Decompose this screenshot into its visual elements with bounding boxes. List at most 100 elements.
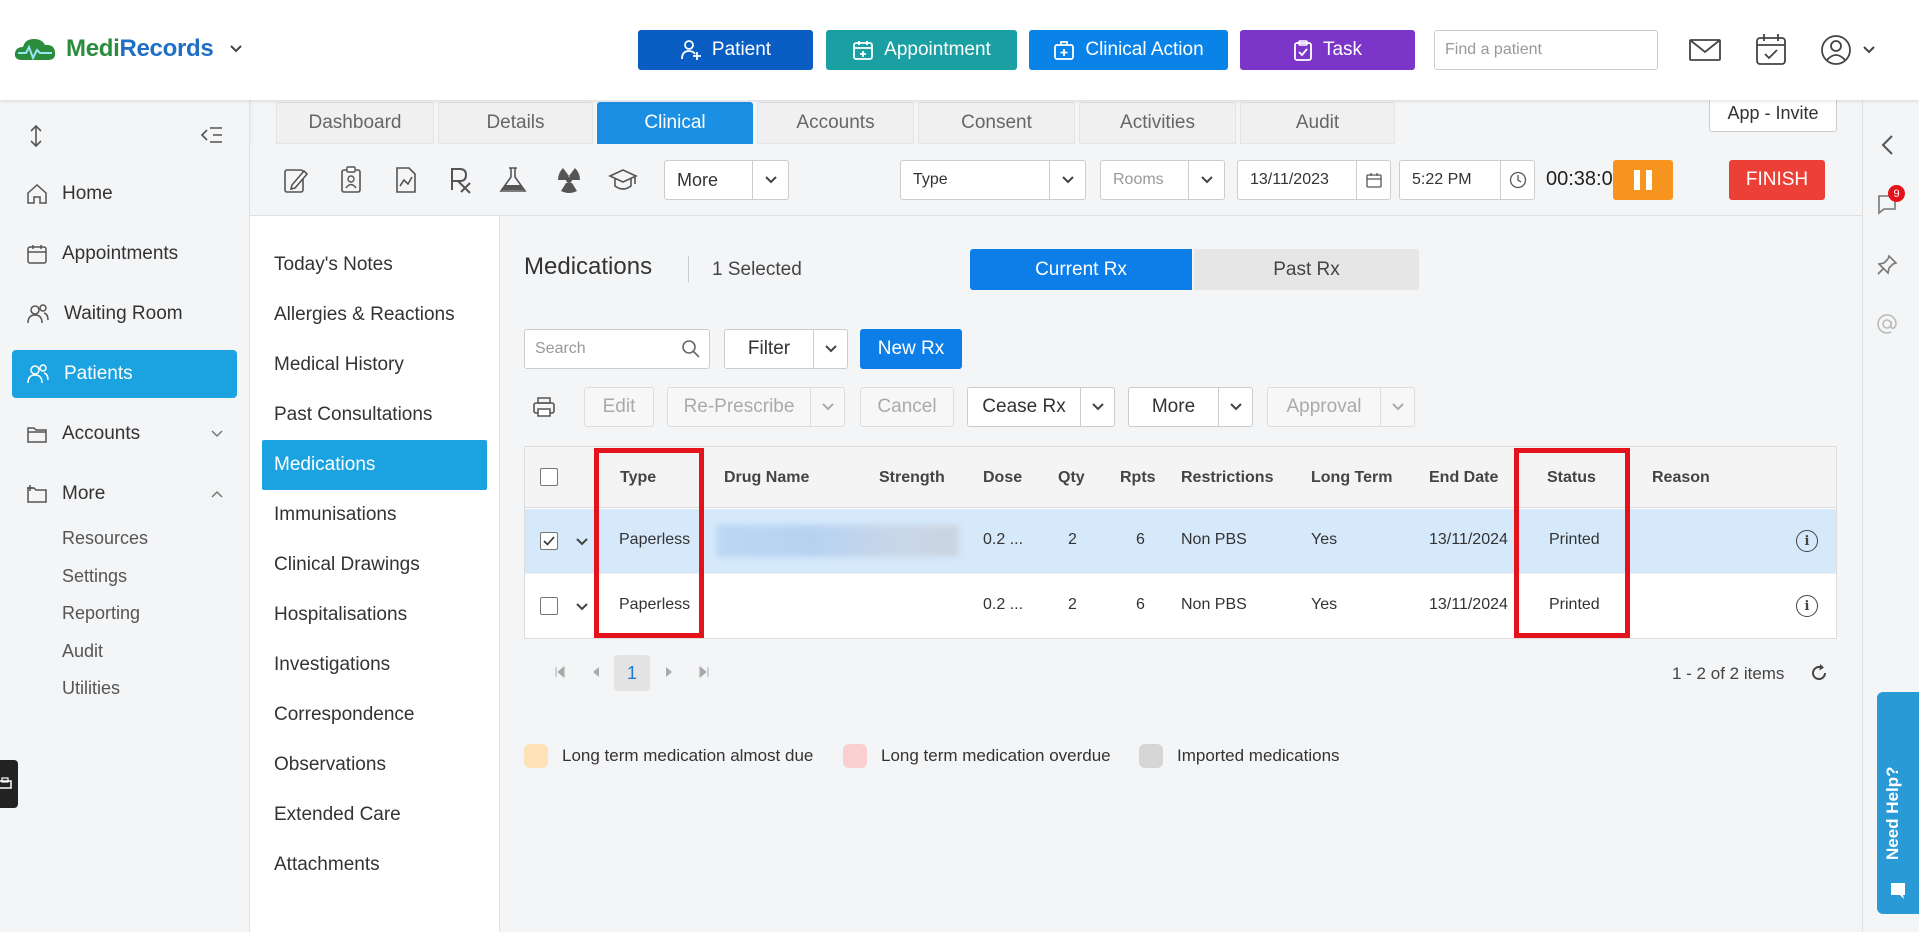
user-account-icon[interactable] [1820, 32, 1852, 68]
cease-rx-dropdown[interactable]: Cease Rx [967, 387, 1115, 427]
lab-flask-icon[interactable] [498, 166, 528, 194]
column-header-dose[interactable]: Dose [983, 469, 1022, 487]
clinical-menu-item[interactable]: Allergies & Reactions [262, 290, 487, 340]
medication-search-input[interactable] [535, 340, 681, 358]
approval-dropdown[interactable]: Approval [1267, 387, 1415, 427]
info-icon[interactable]: i [1796, 595, 1818, 617]
next-page-icon[interactable] [664, 666, 674, 678]
column-header-restrictions[interactable]: Restrictions [1181, 469, 1273, 487]
page-1-button[interactable]: 1 [614, 655, 650, 691]
find-patient-search[interactable] [1434, 30, 1658, 70]
date-picker[interactable]: 13/11/2023 [1237, 160, 1391, 200]
clinical-menu-item[interactable]: Clinical Drawings [262, 540, 487, 590]
clinical-menu-item[interactable]: Today's Notes [262, 240, 487, 290]
clinical-menu-item-medications[interactable]: Medications [262, 440, 487, 490]
find-patient-input[interactable] [1445, 41, 1652, 59]
sidebar-item-more[interactable]: More [12, 470, 237, 518]
sidebar-item-appointments[interactable]: Appointments [12, 230, 237, 278]
patient-file-icon[interactable] [340, 166, 362, 194]
first-page-icon[interactable] [554, 666, 566, 678]
chevron-down-icon[interactable] [229, 44, 243, 54]
printer-icon[interactable] [532, 395, 556, 419]
column-header-strength[interactable]: Strength [879, 469, 945, 487]
need-help-label[interactable]: Need Help? [1883, 766, 1903, 860]
time-picker[interactable]: 5:22 PM [1399, 160, 1535, 200]
info-icon[interactable]: i [1796, 530, 1818, 552]
pin-icon[interactable] [1876, 254, 1898, 276]
tab-details[interactable]: Details [438, 102, 593, 144]
chevron-down-icon[interactable] [575, 602, 589, 612]
sidebar-item-waiting-room[interactable]: Waiting Room [12, 290, 237, 338]
sidebar-subitem-resources[interactable]: Resources [62, 528, 148, 549]
radiation-icon[interactable] [556, 166, 582, 194]
app-logo[interactable]: MediRecords [12, 34, 243, 64]
sidebar-subitem-utilities[interactable]: Utilities [62, 678, 120, 699]
collapse-sidebar-icon[interactable] [201, 126, 223, 144]
tab-accounts[interactable]: Accounts [757, 102, 914, 144]
tab-consent[interactable]: Consent [918, 102, 1075, 144]
segment-current-rx[interactable]: Current Rx [970, 249, 1192, 290]
edit-button[interactable]: Edit [584, 387, 654, 427]
clinical-menu-item[interactable]: Past Consultations [262, 390, 487, 440]
column-header-rpts[interactable]: Rpts [1120, 469, 1156, 487]
re-prescribe-dropdown[interactable]: Re-Prescribe [667, 387, 845, 427]
expand-vertical-icon[interactable] [28, 125, 44, 147]
chevron-left-icon[interactable] [1880, 134, 1894, 156]
new-appointment-button[interactable]: Appointment [826, 30, 1017, 70]
chart-file-icon[interactable] [395, 166, 417, 194]
tab-activities[interactable]: Activities [1079, 102, 1236, 144]
new-task-button[interactable]: Task [1240, 30, 1415, 70]
filter-dropdown[interactable]: Filter [724, 329, 848, 369]
sidebar-item-home[interactable]: Home [12, 170, 237, 218]
column-header-long-term[interactable]: Long Term [1311, 469, 1392, 487]
pause-button[interactable] [1613, 160, 1673, 200]
clinical-menu-item[interactable]: Hospitalisations [262, 590, 487, 640]
rooms-select[interactable]: Rooms [1100, 160, 1225, 200]
clinical-menu-item[interactable]: Attachments [262, 840, 487, 890]
tab-audit[interactable]: Audit [1240, 102, 1395, 144]
type-select[interactable]: Type [900, 160, 1086, 200]
cancel-button[interactable]: Cancel [860, 387, 954, 427]
new-rx-button[interactable]: New Rx [860, 329, 962, 369]
table-row[interactable]: Paperless 0.2 ... 2 6 Non PBS Yes 13/11/… [525, 509, 1836, 573]
more-actions-dropdown[interactable]: More [1128, 387, 1253, 427]
clinical-action-button[interactable]: Clinical Action [1029, 30, 1228, 70]
side-drawer-handle[interactable] [0, 760, 18, 808]
row-checkbox[interactable] [540, 532, 558, 550]
clinical-menu-item[interactable]: Investigations [262, 640, 487, 690]
clinical-menu-item[interactable]: Medical History [262, 340, 487, 390]
calendar-check-icon[interactable] [1755, 32, 1787, 68]
tab-clinical[interactable]: Clinical [597, 102, 753, 144]
clinical-menu-item[interactable]: Extended Care [262, 790, 487, 840]
sidebar-subitem-audit[interactable]: Audit [62, 641, 103, 662]
sidebar-subitem-reporting[interactable]: Reporting [62, 603, 140, 624]
column-header-drug-name[interactable]: Drug Name [724, 469, 809, 487]
prescription-icon[interactable] [449, 166, 473, 194]
new-patient-button[interactable]: Patient [638, 30, 813, 70]
clinical-menu-item[interactable]: Observations [262, 740, 487, 790]
tab-dashboard[interactable]: Dashboard [276, 102, 434, 144]
clinical-menu-item[interactable]: Correspondence [262, 690, 487, 740]
segment-past-rx[interactable]: Past Rx [1194, 249, 1419, 290]
chevron-down-icon[interactable] [575, 537, 589, 547]
column-header-end-date[interactable]: End Date [1429, 469, 1498, 487]
sidebar-subitem-settings[interactable]: Settings [62, 566, 127, 587]
education-icon[interactable] [608, 166, 638, 194]
more-tools-dropdown[interactable]: More [664, 160, 789, 200]
refresh-icon[interactable] [1809, 663, 1829, 683]
edit-note-icon[interactable] [283, 166, 309, 194]
finish-button[interactable]: FINISH [1729, 160, 1825, 200]
row-checkbox[interactable] [540, 597, 558, 615]
at-sign-icon[interactable] [1876, 313, 1898, 335]
chat-bubble-icon[interactable] [1888, 880, 1908, 900]
mail-icon[interactable] [1689, 32, 1721, 68]
sidebar-item-patients[interactable]: Patients [12, 350, 237, 398]
column-header-reason[interactable]: Reason [1652, 469, 1710, 487]
search-icon[interactable] [681, 339, 701, 359]
clinical-menu-item[interactable]: Immunisations [262, 490, 487, 540]
previous-page-icon[interactable] [591, 666, 601, 678]
last-page-icon[interactable] [698, 666, 710, 678]
sidebar-item-accounts[interactable]: Accounts [12, 410, 237, 458]
select-all-checkbox[interactable] [540, 468, 558, 486]
medication-search[interactable] [524, 329, 710, 369]
